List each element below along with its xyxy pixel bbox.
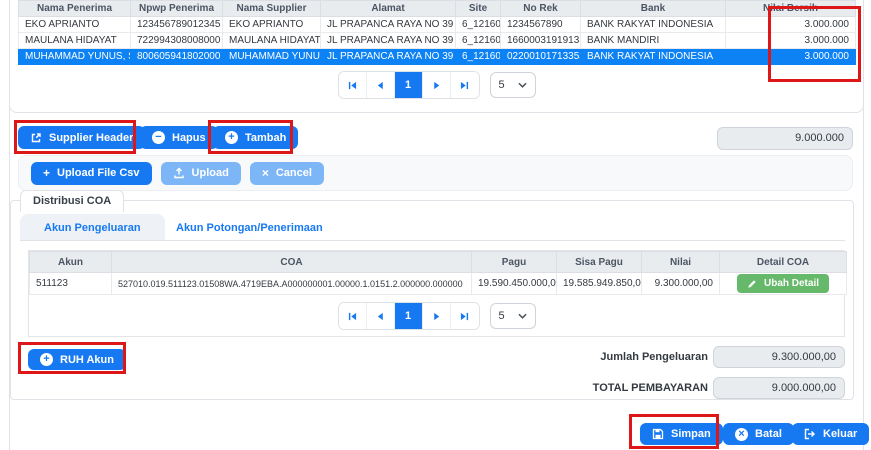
upload-file-csv-button[interactable]: + Upload File Csv	[31, 162, 152, 185]
total-pembayaran-field: 9.000.000,00	[713, 377, 845, 399]
ruh-akun-button[interactable]: + RUH Akun	[28, 349, 126, 370]
page: Nama Penerima Npwp Penerima Nama Supplie…	[0, 0, 871, 450]
last-page-icon	[460, 312, 469, 321]
col-no-rek: No Rek	[501, 1, 581, 17]
pencil-icon	[747, 279, 757, 289]
tab-akun-potongan-penerimaan[interactable]: Akun Potongan/Penerimaan	[152, 214, 347, 241]
keluar-button[interactable]: Keluar	[792, 423, 869, 445]
plus-circle-icon: +	[40, 353, 53, 366]
sign-out-icon	[804, 428, 816, 440]
distribusi-coa-legend: Distribusi COA	[20, 190, 124, 212]
pagination-page-1-button[interactable]: 1	[395, 303, 423, 329]
supplier-table: Nama Penerima Npwp Penerima Nama Supplie…	[18, 0, 856, 65]
coa-table-header-row: Akun COA Pagu Sisa Pagu Nilai Detail COA	[30, 252, 847, 273]
ubah-detail-button[interactable]: Ubah Detail	[737, 274, 829, 293]
pagination-next-button[interactable]	[423, 72, 451, 98]
supplier-pagination: 1 5	[18, 71, 855, 99]
save-icon	[652, 428, 664, 440]
total-net-readonly-field: 9.000.000	[717, 127, 853, 150]
times-circle-icon: ×	[735, 428, 748, 441]
page-size-select[interactable]: 5	[490, 72, 536, 98]
hapus-button[interactable]: − Hapus	[140, 126, 218, 149]
simpan-button[interactable]: Simpan	[640, 423, 723, 445]
col-pagu: Pagu	[472, 252, 557, 273]
pagination-prev-button[interactable]	[367, 72, 395, 98]
pagination-page-1-button[interactable]: 1	[395, 72, 423, 98]
tab-underline	[20, 240, 845, 241]
batal-button[interactable]: × Batal	[723, 423, 794, 445]
close-icon: ×	[262, 166, 269, 180]
tambah-button[interactable]: + Tambah	[213, 126, 298, 149]
pagination-last-button[interactable]	[451, 303, 479, 329]
cancel-button[interactable]: × Cancel	[250, 162, 324, 185]
chevron-left-icon	[376, 312, 385, 321]
chevron-down-icon	[518, 82, 527, 88]
col-nilai: Nilai	[642, 252, 720, 273]
first-page-icon	[348, 81, 357, 90]
coa-pagination: 1 5	[29, 302, 844, 330]
chevron-right-icon	[432, 312, 441, 321]
pagination-prev-button[interactable]	[367, 303, 395, 329]
jumlah-pengeluaran-field: 9.300.000,00	[713, 346, 845, 368]
col-alamat: Alamat	[321, 1, 456, 17]
table-row[interactable]: MAULANA HIDAYAT 722994308008000 MAULANA …	[19, 33, 856, 49]
plus-circle-icon: +	[225, 131, 238, 144]
table-row-selected[interactable]: MUHAMMAD YUNUS, S.SOS 800605941802000 MU…	[19, 49, 856, 65]
col-sisa-pagu: Sisa Pagu	[557, 252, 642, 273]
col-nama-supplier: Nama Supplier	[223, 1, 321, 17]
col-coa: COA	[112, 252, 472, 273]
external-link-icon	[30, 132, 42, 144]
jumlah-pengeluaran-label: Jumlah Pengeluaran	[480, 351, 708, 363]
col-detail-coa: Detail COA	[720, 252, 847, 273]
chevron-right-icon	[432, 81, 441, 90]
page-size-select[interactable]: 5	[490, 303, 536, 329]
upload-button[interactable]: Upload	[161, 162, 241, 185]
tab-akun-pengeluaran[interactable]: Akun Pengeluaran	[20, 214, 165, 241]
upload-panel: + Upload File Csv Upload × Cancel	[18, 155, 853, 191]
pagination-next-button[interactable]	[423, 303, 451, 329]
supplier-header-button[interactable]: Supplier Header	[18, 126, 145, 149]
col-bank: Bank	[581, 1, 726, 17]
col-site: Site	[456, 1, 501, 17]
col-npwp-penerima: Npwp Penerima	[131, 1, 223, 17]
upload-icon	[173, 167, 185, 179]
pagination-first-button[interactable]	[339, 72, 367, 98]
chevron-left-icon	[376, 81, 385, 90]
plus-icon: +	[43, 166, 50, 180]
supplier-table-header-row: Nama Penerima Npwp Penerima Nama Supplie…	[19, 1, 856, 17]
coa-table-container: Akun COA Pagu Sisa Pagu Nilai Detail COA…	[28, 250, 845, 337]
col-akun: Akun	[30, 252, 112, 273]
col-nama-penerima: Nama Penerima	[19, 1, 131, 17]
coa-table: Akun COA Pagu Sisa Pagu Nilai Detail COA…	[29, 251, 847, 295]
chevron-down-icon	[518, 313, 527, 319]
minus-circle-icon: −	[152, 131, 165, 144]
pagination-first-button[interactable]	[339, 303, 367, 329]
first-page-icon	[348, 312, 357, 321]
table-row[interactable]: EKO APRIANTO 123456789012345 EKO APRIANT…	[19, 17, 856, 33]
coa-table-row[interactable]: 511123 527010.019.511123.01508WA.4719EBA…	[30, 273, 847, 295]
total-pembayaran-label: TOTAL PEMBAYARAN	[480, 382, 708, 394]
col-nilai-bersih: Nilai Bersih	[726, 1, 856, 17]
pagination-last-button[interactable]	[451, 72, 479, 98]
last-page-icon	[460, 81, 469, 90]
